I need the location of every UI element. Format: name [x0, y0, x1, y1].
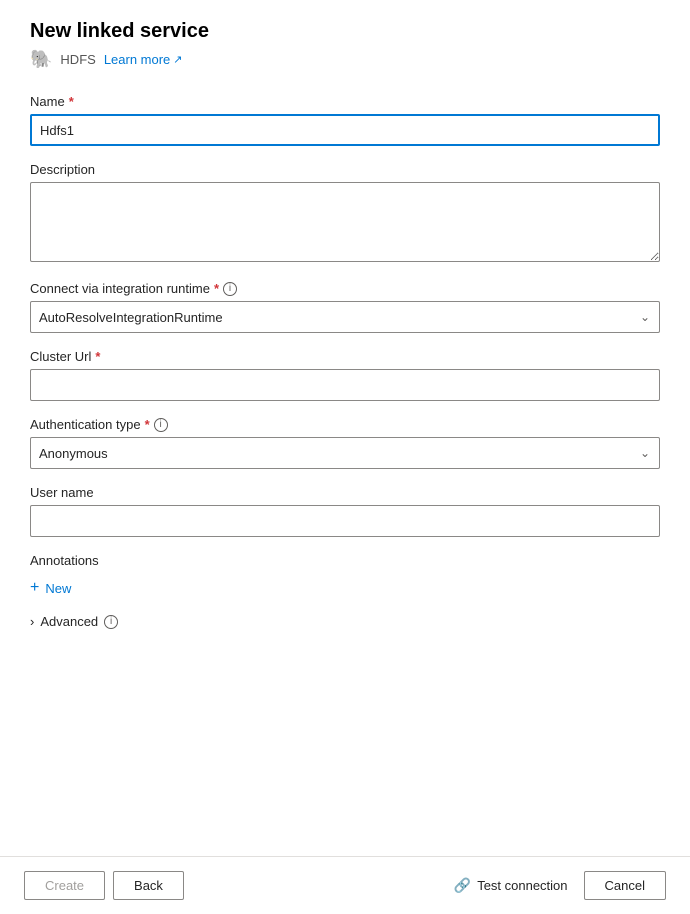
- auth-type-label: Authentication type * i: [30, 417, 660, 432]
- annotations-label: Annotations: [30, 553, 660, 568]
- description-field-group: Description: [30, 162, 660, 265]
- footer-left-buttons: Create Back: [24, 871, 184, 900]
- annotations-section: Annotations + New: [30, 553, 660, 598]
- user-name-label: User name: [30, 485, 660, 500]
- new-annotation-button[interactable]: + New: [30, 578, 71, 598]
- footer: Create Back 🔗 Test connection Cancel: [0, 856, 690, 914]
- back-label: Back: [134, 878, 163, 893]
- runtime-required-star: *: [214, 281, 219, 296]
- cluster-url-input[interactable]: [30, 369, 660, 401]
- integration-runtime-select-wrapper: AutoResolveIntegrationRuntime ⌄: [30, 301, 660, 333]
- cluster-url-label: Cluster Url *: [30, 349, 660, 364]
- description-label: Description: [30, 162, 660, 177]
- test-connection-icon: 🔗: [454, 877, 471, 894]
- cluster-url-field-group: Cluster Url *: [30, 349, 660, 401]
- runtime-info-icon[interactable]: i: [223, 282, 237, 296]
- external-link-icon: ↗: [173, 53, 182, 66]
- user-name-field-group: User name: [30, 485, 660, 537]
- name-input[interactable]: [30, 114, 660, 146]
- auth-type-select-wrapper: Anonymous Windows Kerberos ⌄: [30, 437, 660, 469]
- integration-runtime-label: Connect via integration runtime * i: [30, 281, 660, 296]
- user-name-input[interactable]: [30, 505, 660, 537]
- page-title: New linked service: [30, 20, 660, 43]
- hdfs-icon: 🐘: [30, 49, 52, 70]
- cancel-label: Cancel: [605, 878, 645, 893]
- learn-more-text: Learn more: [104, 52, 170, 67]
- footer-right-buttons: 🔗 Test connection Cancel: [446, 871, 666, 900]
- advanced-section[interactable]: › Advanced i: [30, 614, 660, 629]
- description-textarea[interactable]: [30, 182, 660, 262]
- integration-runtime-select[interactable]: AutoResolveIntegrationRuntime: [30, 301, 660, 333]
- test-connection-label: Test connection: [477, 878, 567, 893]
- advanced-chevron-icon: ›: [30, 614, 34, 629]
- auth-type-field-group: Authentication type * i Anonymous Window…: [30, 417, 660, 469]
- name-field-group: Name *: [30, 94, 660, 146]
- name-label: Name *: [30, 94, 660, 109]
- create-label: Create: [45, 878, 84, 893]
- cluster-url-required-star: *: [95, 349, 100, 364]
- cancel-button[interactable]: Cancel: [584, 871, 666, 900]
- new-annotation-label: New: [45, 581, 71, 596]
- test-connection-button[interactable]: 🔗 Test connection: [446, 871, 576, 900]
- learn-more-link[interactable]: Learn more ↗: [104, 52, 183, 67]
- advanced-info-icon[interactable]: i: [104, 615, 118, 629]
- advanced-label: Advanced: [40, 614, 98, 629]
- auth-type-select[interactable]: Anonymous Windows Kerberos: [30, 437, 660, 469]
- auth-type-info-icon[interactable]: i: [154, 418, 168, 432]
- integration-runtime-field-group: Connect via integration runtime * i Auto…: [30, 281, 660, 333]
- create-button[interactable]: Create: [24, 871, 105, 900]
- name-required-star: *: [69, 94, 74, 109]
- hdfs-label: HDFS: [60, 52, 95, 67]
- back-button[interactable]: Back: [113, 871, 184, 900]
- plus-icon: +: [30, 580, 39, 596]
- auth-type-required-star: *: [145, 417, 150, 432]
